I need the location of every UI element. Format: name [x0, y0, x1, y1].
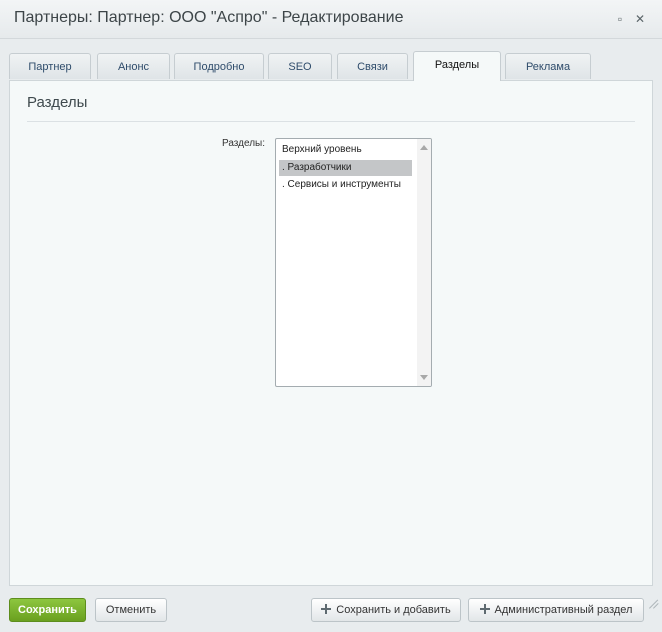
sections-panel: Разделы Разделы: Верхний уровень . Разра… [9, 80, 653, 586]
tab-sections[interactable]: Разделы [413, 51, 501, 81]
save-and-add-label: Сохранить и добавить [336, 604, 451, 616]
tab-links[interactable]: Связи [337, 53, 408, 79]
section-option-services-tools[interactable]: . Сервисы и инструменты [279, 177, 412, 193]
scroll-up-icon[interactable] [420, 145, 428, 150]
admin-section-button[interactable]: Административный раздел [468, 598, 644, 622]
section-option-developers[interactable]: . Разработчики [279, 160, 412, 176]
scroll-down-icon[interactable] [420, 375, 428, 380]
tab-advertising[interactable]: Реклама [505, 53, 591, 79]
save-and-add-button[interactable]: Сохранить и добавить [311, 598, 461, 622]
listbox-scrollbar[interactable] [417, 139, 431, 386]
panel-heading: Разделы [27, 94, 88, 111]
section-option-top-level[interactable]: Верхний уровень [279, 142, 412, 158]
save-button[interactable]: Сохранить [9, 598, 86, 622]
tab-partner[interactable]: Партнер [9, 53, 91, 79]
admin-section-label: Административный раздел [494, 604, 633, 616]
sections-multiselect[interactable]: Верхний уровень . Разработчики . Сервисы… [275, 138, 432, 387]
resize-handle-icon[interactable] [648, 598, 659, 609]
divider [27, 121, 635, 122]
plus-icon [479, 604, 490, 614]
tab-announcement[interactable]: Анонс [97, 53, 170, 79]
tab-details[interactable]: Подробно [174, 53, 264, 79]
sections-field-label: Разделы: [222, 138, 266, 149]
cancel-button[interactable]: Отменить [95, 598, 167, 622]
tab-seo[interactable]: SEO [268, 53, 332, 79]
tab-bar: Партнер Анонс Подробно SEO Связи Разделы… [9, 51, 653, 81]
window-title: Партнеры: Партнер: ООО "Аспро" - Редакти… [14, 9, 404, 26]
maximize-icon[interactable]: ▫ [613, 12, 627, 26]
close-icon[interactable]: ✕ [633, 12, 647, 26]
window-titlebar: Партнеры: Партнер: ООО "Аспро" - Редакти… [0, 0, 662, 39]
plus-icon [321, 604, 332, 614]
